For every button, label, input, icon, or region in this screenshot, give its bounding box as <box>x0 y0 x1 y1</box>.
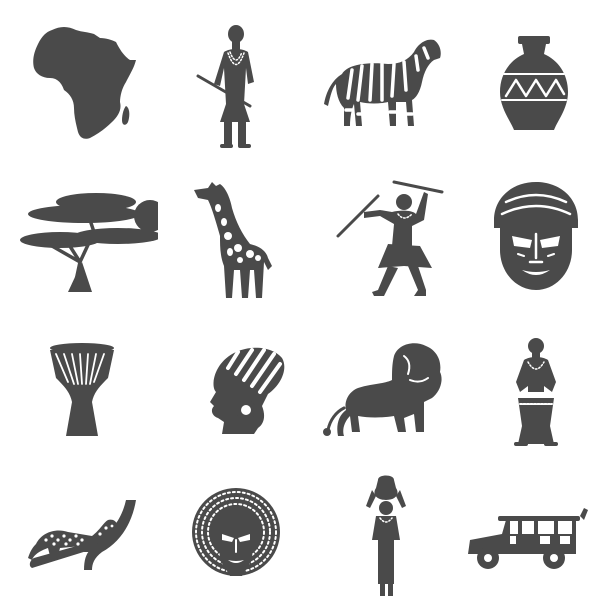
safari-jeep-icon <box>458 460 590 610</box>
feathered-mask-icon <box>158 460 308 610</box>
acacia-tree-sun-icon <box>8 162 158 312</box>
drummer-icon <box>458 322 590 472</box>
zebra-icon <box>308 12 458 162</box>
clay-vase-icon <box>458 12 590 162</box>
icon-grid <box>0 0 590 600</box>
leopard-on-branch-icon <box>8 460 158 610</box>
woman-carrying-pot-icon <box>308 460 458 610</box>
djembe-drum-icon <box>8 322 158 472</box>
tribal-warrior-icon <box>158 12 308 162</box>
lion-icon <box>308 322 458 472</box>
giraffe-icon <box>158 162 308 312</box>
tribal-mask-icon <box>458 162 590 312</box>
woman-headwrap-icon <box>158 322 308 472</box>
tribal-dancer-icon <box>308 162 458 312</box>
africa-map-icon <box>8 12 158 162</box>
